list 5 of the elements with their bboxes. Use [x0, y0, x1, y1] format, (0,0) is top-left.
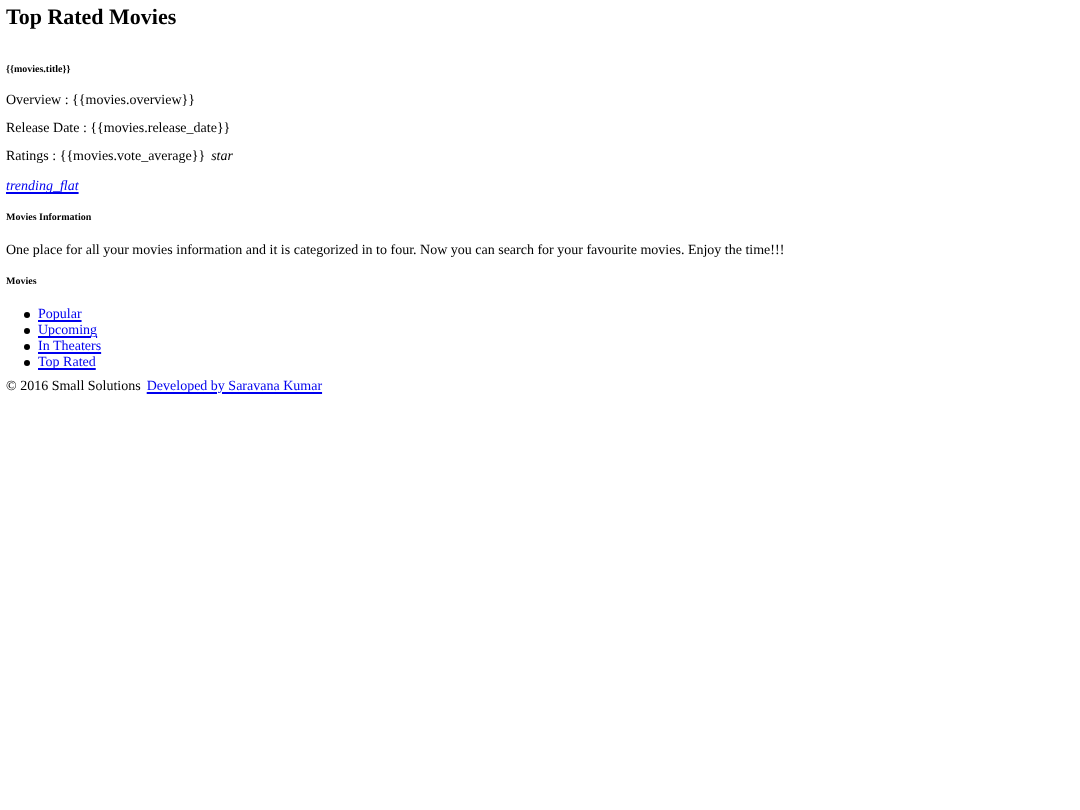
bullet-icon	[24, 327, 30, 333]
bullet-icon	[24, 311, 30, 317]
bullet-icon	[24, 359, 30, 365]
page-title: Top Rated Movies	[6, 6, 177, 32]
bullet-icon	[24, 343, 30, 349]
